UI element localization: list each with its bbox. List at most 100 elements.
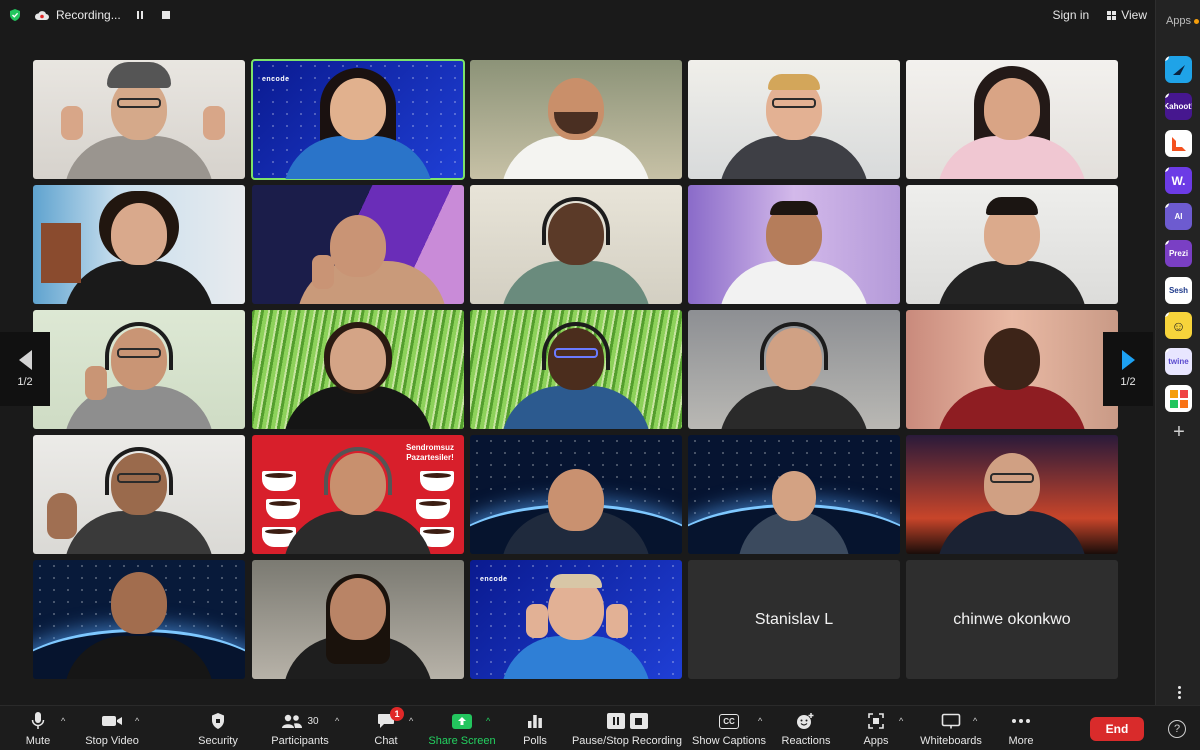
video-tile[interactable]	[470, 310, 682, 429]
security-button[interactable]: Security	[173, 710, 263, 747]
video-tile[interactable]	[688, 185, 900, 304]
wooclap-icon[interactable]: +W.	[1165, 167, 1192, 194]
top-bar: Recording... Sign in View	[0, 0, 1155, 30]
video-tile[interactable]	[906, 60, 1118, 179]
apps-sidebar: Apps + +Kahoot! + +W. +AI +Prezi +Sesh +…	[1155, 0, 1200, 705]
video-tile[interactable]: encode	[470, 560, 682, 679]
smiley-app-icon[interactable]: +☺	[1165, 312, 1192, 339]
participant-name-tile[interactable]: Stanislav L	[688, 560, 900, 679]
participants-button[interactable]: 30 Participants	[255, 710, 345, 747]
participant-name: chinwe okonkwo	[953, 610, 1071, 628]
video-tile[interactable]	[470, 60, 682, 179]
video-tile[interactable]	[688, 435, 900, 554]
ai-app-icon[interactable]: +AI	[1165, 203, 1192, 230]
stop-icon	[161, 11, 170, 19]
video-tile[interactable]	[33, 435, 245, 554]
video-tile[interactable]	[688, 60, 900, 179]
video-tile[interactable]	[252, 310, 464, 429]
video-tile[interactable]	[33, 185, 245, 304]
prezi-icon[interactable]: +Prezi	[1165, 240, 1192, 267]
arrow-app-icon[interactable]: +	[1165, 56, 1192, 83]
add-app-icon[interactable]: +	[1169, 422, 1189, 443]
video-tile[interactable]	[33, 310, 245, 429]
participants-chevron-icon[interactable]: ^	[335, 716, 339, 726]
next-page-button[interactable]: 1/2	[1103, 332, 1153, 406]
banner-line1: Sendromsuz	[405, 443, 454, 452]
sesh-icon[interactable]: +Sesh	[1165, 277, 1192, 304]
kahoot-icon[interactable]: +Kahoot!	[1165, 93, 1192, 120]
top-right-controls: Sign in View	[1053, 8, 1148, 22]
more-label: More	[1008, 735, 1034, 747]
video-camera-icon	[101, 710, 123, 732]
reactions-icon	[796, 710, 816, 732]
video-tile[interactable]	[906, 310, 1118, 429]
recording-controls-icon	[606, 710, 648, 732]
more-vertical-icon[interactable]	[1169, 686, 1189, 706]
whiteboards-label: Whiteboards	[920, 735, 982, 747]
participants-icon: 30	[281, 710, 319, 732]
stop-video-button[interactable]: Stop Video	[67, 710, 157, 747]
share-screen-icon	[452, 710, 472, 732]
cloud-recording-icon	[34, 10, 50, 21]
video-tile[interactable]: Sendromsuz Pazartesiler!	[252, 435, 464, 554]
recording-label: Recording...	[56, 8, 121, 22]
chat-chevron-icon[interactable]: ^	[409, 716, 413, 726]
grid-view-icon	[1107, 10, 1117, 20]
view-label: View	[1121, 8, 1147, 22]
pause-recording-button[interactable]	[133, 8, 147, 22]
captions-icon: CC	[719, 710, 739, 732]
blocks-app-icon[interactable]: +	[1165, 385, 1192, 412]
video-options-chevron-icon[interactable]: ^	[135, 716, 139, 726]
video-tile[interactable]	[470, 185, 682, 304]
stop-recording-button[interactable]	[159, 8, 173, 22]
microphone-icon	[31, 710, 45, 732]
pause-icon	[136, 11, 143, 19]
video-tile[interactable]	[252, 560, 464, 679]
encryption-shield-icon[interactable]	[8, 8, 22, 22]
audio-options-chevron-icon[interactable]: ^	[61, 716, 65, 726]
share-screen-label: Share Screen	[428, 735, 496, 747]
whiteboard-icon	[941, 710, 961, 732]
pause-stop-recording-label: Pause/Stop Recording	[571, 735, 683, 747]
video-tile-active-speaker[interactable]: encode	[251, 59, 465, 180]
end-meeting-button[interactable]: End	[1090, 717, 1144, 741]
participants-label: Participants	[271, 735, 329, 747]
video-tile[interactable]	[906, 435, 1118, 554]
view-button[interactable]: View	[1107, 8, 1147, 22]
video-tile[interactable]	[688, 310, 900, 429]
video-tile[interactable]	[470, 435, 682, 554]
notification-dot	[1194, 19, 1199, 24]
reactions-label: Reactions	[781, 735, 831, 747]
help-icon[interactable]: ?	[1168, 720, 1186, 738]
polls-label: Polls	[523, 735, 547, 747]
apps-icon	[867, 710, 885, 732]
zoom-meeting-window: Recording... Sign in View encode Sendrom…	[0, 0, 1200, 750]
previous-page-button[interactable]: 1/2	[0, 332, 50, 406]
participant-name-tile[interactable]: chinwe okonkwo	[906, 560, 1118, 679]
video-tile[interactable]	[252, 185, 464, 304]
stop-video-label: Stop Video	[85, 735, 139, 747]
orange-square-app-icon[interactable]: +	[1165, 130, 1192, 157]
security-label: Security	[198, 735, 238, 747]
apps-chevron-icon[interactable]: ^	[899, 716, 903, 726]
mute-label: Mute	[25, 735, 51, 747]
page-indicator: 1/2	[17, 376, 33, 388]
pause-stop-recording-button[interactable]: Pause/Stop Recording	[567, 710, 687, 747]
chat-badge: 1	[390, 707, 404, 721]
show-captions-label: Show Captions	[692, 735, 766, 747]
more-button[interactable]: More	[976, 710, 1066, 747]
video-tile[interactable]	[33, 60, 245, 179]
arrow-right-icon	[1121, 350, 1135, 370]
banner-line2: Pazartesiler!	[406, 453, 454, 462]
twine-icon[interactable]: +twine	[1165, 348, 1192, 375]
video-tile[interactable]	[33, 560, 245, 679]
page-indicator: 1/2	[1120, 376, 1136, 388]
sign-in-link[interactable]: Sign in	[1053, 8, 1090, 22]
meeting-toolbar: Mute ^ Stop Video ^ Security 30 Particip…	[0, 705, 1200, 750]
participants-count: 30	[307, 715, 319, 727]
chat-icon: 1	[377, 707, 404, 732]
polls-icon	[527, 710, 543, 732]
video-tile[interactable]	[906, 185, 1118, 304]
shield-icon	[210, 710, 226, 732]
encode-logo: encode	[262, 76, 290, 83]
